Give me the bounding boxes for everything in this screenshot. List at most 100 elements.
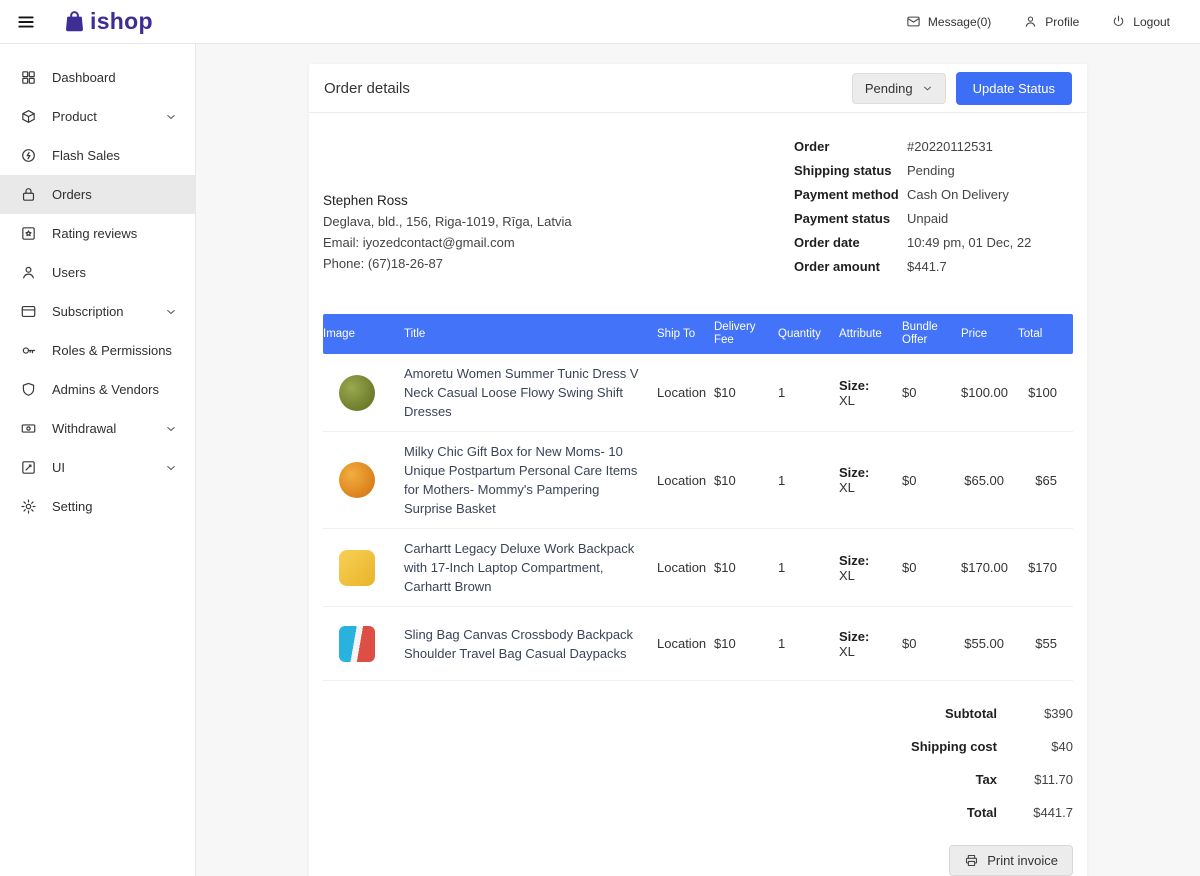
bundle-offer-cell: $0 <box>902 560 961 575</box>
table-row: Sling Bag Canvas Crossbody Backpack Shou… <box>323 607 1073 681</box>
sidebar-item[interactable]: Orders <box>0 175 195 214</box>
print-invoice-button[interactable]: Print invoice <box>949 845 1073 876</box>
subscription-icon <box>20 303 37 320</box>
table-row: Carhartt Legacy Deluxe Work Backpack wit… <box>323 529 1073 607</box>
sidebar-item-label: Admins & Vendors <box>52 382 177 397</box>
price-cell: $55.00 <box>961 636 1018 651</box>
table-row: Amoretu Women Summer Tunic Dress V Neck … <box>323 354 1073 432</box>
summary-row: Subtotal $390 <box>813 697 1073 730</box>
sidebar-item[interactable]: Admins & Vendors <box>0 370 195 409</box>
order-info-value: Pending <box>907 163 955 178</box>
ship-to-cell: Location <box>657 385 714 400</box>
total-cell: $170 <box>1018 560 1073 575</box>
chevron-down-icon <box>165 306 177 318</box>
sidebar-item[interactable]: Dashboard <box>0 58 195 97</box>
topbar-nav: Message(0) Profile Logout <box>906 14 1170 29</box>
table-header-cell: Total <box>1018 323 1073 346</box>
sidebar: Dashboard Product Flash Sales Orders <box>0 44 196 876</box>
order-info-value: 10:49 pm, 01 Dec, 22 <box>907 235 1031 250</box>
chevron-down-icon <box>922 83 933 94</box>
header-actions: Pending Update Status <box>852 72 1072 105</box>
bundle-offer-cell: $0 <box>902 473 961 488</box>
envelope-icon <box>906 14 921 29</box>
image-cell <box>323 462 404 498</box>
topbar-nav-item[interactable]: Message(0) <box>906 14 991 29</box>
table-header-row: Image Title Ship To Delivery Fee Quantit… <box>323 314 1073 354</box>
sidebar-item-label: Rating reviews <box>52 226 177 241</box>
sidebar-item-label: Dashboard <box>52 70 177 85</box>
table-header-cell: Quantity <box>778 323 839 346</box>
topbar-nav-item[interactable]: Logout <box>1111 14 1170 29</box>
product-title: Milky Chic Gift Box for New Moms- 10 Uni… <box>404 442 657 518</box>
topbar-nav-label: Profile <box>1045 15 1079 29</box>
summary-row: Total $441.7 <box>813 796 1073 829</box>
admins-vendors-icon <box>20 381 37 398</box>
sidebar-item-label: Users <box>52 265 177 280</box>
order-info-label: Shipping status <box>794 163 907 178</box>
delivery-fee-cell: $10 <box>714 636 778 651</box>
order-details-card: Order details Pending Update Status Step… <box>309 64 1087 876</box>
total-cell: $100 <box>1018 385 1073 400</box>
sidebar-item[interactable]: Flash Sales <box>0 136 195 175</box>
attribute-value: XL <box>839 644 855 659</box>
order-info-label: Payment status <box>794 211 907 226</box>
order-info-row: Order #20220112531 <box>794 139 1073 154</box>
flash-sales-icon <box>20 147 37 164</box>
order-status-dropdown[interactable]: Pending <box>852 73 946 104</box>
summary-value: $441.7 <box>997 805 1073 820</box>
sidebar-item[interactable]: Roles & Permissions <box>0 331 195 370</box>
table-row: Milky Chic Gift Box for New Moms- 10 Uni… <box>323 432 1073 529</box>
sidebar-item-label: Product <box>52 109 165 124</box>
order-info-value: $441.7 <box>907 259 947 274</box>
table-body: Amoretu Women Summer Tunic Dress V Neck … <box>323 354 1073 681</box>
sidebar-item[interactable]: Product <box>0 97 195 136</box>
attribute-value: XL <box>839 480 855 495</box>
sidebar-item-label: Withdrawal <box>52 421 165 436</box>
table-header-cell: Bundle Offer <box>902 316 961 352</box>
customer-info: Stephen Ross Deglava, bld., 156, Riga-10… <box>323 190 572 274</box>
printer-icon <box>964 853 979 868</box>
shopping-bag-icon <box>62 9 87 34</box>
product-image <box>339 550 375 586</box>
topbar-nav-label: Logout <box>1133 15 1170 29</box>
table-header-cell: Image <box>323 323 404 346</box>
sidebar-item[interactable]: UI <box>0 448 195 487</box>
sidebar-item-label: Orders <box>52 187 177 202</box>
product-image <box>339 375 375 411</box>
sidebar-item[interactable]: Users <box>0 253 195 292</box>
status-dropdown-value: Pending <box>865 81 913 96</box>
order-info-value: Cash On Delivery <box>907 187 1009 202</box>
delivery-fee-cell: $10 <box>714 385 778 400</box>
summary-value: $40 <box>997 739 1073 754</box>
attribute-cell: Size: XL <box>839 465 902 495</box>
order-info-label: Order amount <box>794 259 907 274</box>
table-header-cell: Attribute <box>839 323 902 346</box>
attribute-label: Size: <box>839 465 894 480</box>
hamburger-menu-button[interactable] <box>16 11 38 33</box>
product-icon <box>20 108 37 125</box>
summary-label: Total <box>967 805 997 820</box>
price-cell: $100.00 <box>961 385 1018 400</box>
summary-value: $390 <box>997 706 1073 721</box>
logo-text: ishop <box>90 8 153 35</box>
sidebar-item[interactable]: Subscription <box>0 292 195 331</box>
person-icon <box>1023 14 1038 29</box>
order-info-label: Order <box>794 139 907 154</box>
sidebar-item[interactable]: Withdrawal <box>0 409 195 448</box>
attribute-cell: Size: XL <box>839 629 902 659</box>
attribute-label: Size: <box>839 378 894 393</box>
setting-icon <box>20 498 37 515</box>
topbar-nav-item[interactable]: Profile <box>1023 14 1079 29</box>
summary-row: Tax $11.70 <box>813 763 1073 796</box>
sidebar-item[interactable]: Rating reviews <box>0 214 195 253</box>
sidebar-item[interactable]: Setting <box>0 487 195 526</box>
customer-email: Email: iyozedcontact@gmail.com <box>323 232 572 253</box>
ship-to-cell: Location <box>657 473 714 488</box>
rating-reviews-icon <box>20 225 37 242</box>
ship-to-cell: Location <box>657 560 714 575</box>
logo[interactable]: ishop <box>62 8 153 35</box>
bundle-offer-cell: $0 <box>902 636 961 651</box>
update-status-button[interactable]: Update Status <box>956 72 1072 105</box>
order-info-row: Order date 10:49 pm, 01 Dec, 22 <box>794 235 1073 250</box>
image-cell <box>323 626 404 662</box>
